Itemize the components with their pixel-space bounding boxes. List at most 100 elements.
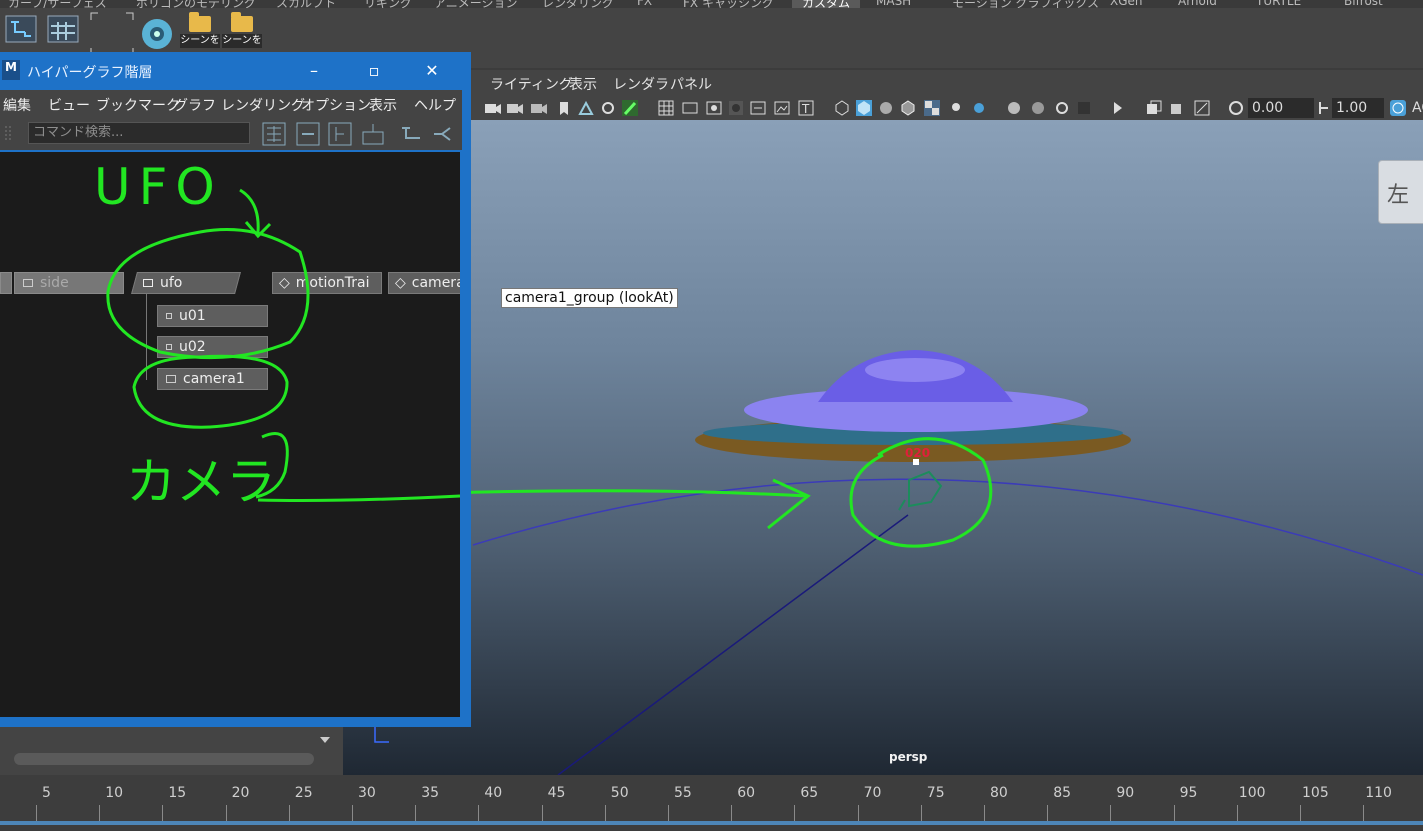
timeline-tick-label: 15 [168, 785, 187, 801]
resolution-gate-icon[interactable] [706, 100, 722, 116]
default-material-icon[interactable] [878, 100, 894, 116]
scene-hierarchy-icon[interactable] [262, 122, 286, 146]
gate-mask-icon[interactable] [728, 100, 744, 116]
hg-menu-view[interactable]: ビュー [48, 95, 90, 115]
frame-selection-icon[interactable] [360, 122, 386, 146]
shelf-tab[interactable]: TURTLE [1256, 0, 1301, 8]
field-chart-icon[interactable] [750, 100, 766, 116]
maya-app-icon: M [2, 60, 20, 80]
hg-menu-bookmarks[interactable]: ブックマーク [96, 95, 180, 115]
hg-menu-graph[interactable]: グラフ [174, 95, 216, 115]
wireframe-on-shaded-icon[interactable] [900, 100, 916, 116]
shelf-tab-active[interactable]: カスタム [792, 0, 861, 8]
camera1-object[interactable] [898, 459, 943, 511]
2d-pan-zoom-icon[interactable] [600, 100, 616, 116]
depth-of-field-icon[interactable] [1076, 100, 1092, 116]
hg-menu-options[interactable]: オプション [301, 95, 371, 115]
motion-blur-icon[interactable] [1030, 100, 1046, 116]
xray-joints-icon[interactable] [1170, 100, 1186, 116]
annotation-arrow-head [767, 478, 811, 530]
shelf-tab[interactable]: レンダリング [542, 0, 614, 8]
shelf-tab[interactable]: FX キャッシング [683, 0, 774, 8]
open-scene-button-1[interactable]: シーンを [180, 12, 220, 56]
timeline-tick-label: 100 [1238, 785, 1266, 801]
tooltip: camera1_group (lookAt) [501, 288, 678, 308]
open-scene-button-2[interactable]: シーンを [222, 12, 262, 56]
shelf-tab[interactable]: Arnold [1178, 0, 1217, 8]
shelf-tab[interactable]: FX [637, 0, 652, 8]
maximize-button[interactable]: ▫ [352, 54, 396, 88]
hg-menu-rendering[interactable]: レンダリング [221, 95, 305, 115]
shelf-tab[interactable]: MASH [876, 0, 911, 8]
minimize-button[interactable]: – [292, 54, 336, 88]
film-gate-icon[interactable] [682, 100, 698, 116]
hierarchy-layout-icon[interactable] [400, 124, 422, 144]
viewport-menu-lighting[interactable]: ライティング [490, 74, 573, 94]
safe-action-icon[interactable] [774, 100, 790, 116]
lights-icon[interactable] [948, 100, 964, 116]
screen-space-ao-icon[interactable] [1006, 100, 1022, 116]
time-slider-range-bar[interactable] [0, 821, 1423, 825]
render-sphere-shelf-button[interactable] [138, 12, 176, 50]
color-management-toggle-icon[interactable] [1390, 100, 1406, 116]
window-layout-shelf-button[interactable] [46, 12, 84, 50]
exposure-icon[interactable] [1228, 100, 1244, 116]
shelf-tab[interactable]: リギング [364, 0, 412, 8]
shelf-tab[interactable]: スカルプト [276, 0, 336, 8]
smooth-shade-icon[interactable] [856, 100, 872, 116]
gamma-icon[interactable] [1316, 100, 1332, 116]
motion-trail-curve [472, 478, 1423, 576]
xray-icon[interactable] [1146, 100, 1162, 116]
hypergraph-icon [5, 15, 37, 43]
scroll-down-icon[interactable] [318, 733, 332, 747]
horizontal-scrollbar[interactable] [14, 753, 314, 765]
command-search-input[interactable]: コマンド検索... [28, 122, 250, 144]
empty-shelf-button[interactable] [90, 12, 134, 56]
safe-title-icon[interactable]: T [798, 100, 814, 116]
camera-attributes-icon[interactable] [506, 100, 524, 116]
close-button[interactable]: ✕ [410, 54, 454, 88]
shelf-tab[interactable]: ポリゴンのモデリング [136, 0, 256, 8]
viewport-menu-renderer[interactable]: レンダラ [613, 74, 669, 94]
color-space-label: AC [1408, 98, 1423, 118]
hg-menu-help[interactable]: ヘルプ [414, 95, 456, 115]
input-output-icon[interactable] [296, 122, 320, 146]
camera-name-label: persp [889, 750, 928, 764]
timeline-tick-label: 80 [990, 785, 1008, 801]
exposure-field[interactable]: 0.00 [1248, 98, 1314, 118]
shelf-tab[interactable]: XGen [1110, 0, 1143, 8]
bookmark-icon[interactable] [556, 100, 572, 116]
timeline-tick-label: 45 [547, 785, 566, 801]
view-cube[interactable]: 左 [1378, 160, 1423, 224]
isolate-select-icon[interactable] [1112, 100, 1128, 116]
hg-menu-edit[interactable]: 編集 [3, 95, 31, 115]
hypergraph-canvas[interactable]: side ufo ◇ motionTrai ◇ camera u01 u02 cam… [0, 152, 460, 717]
hypergraph-titlebar[interactable]: M ハイパーグラフ階層 – ▫ ✕ [0, 54, 465, 88]
gamma-field[interactable]: 1.00 [1332, 98, 1384, 118]
perspective-viewport[interactable]: 020 persp [343, 120, 1423, 775]
anti-aliasing-icon[interactable] [1054, 100, 1070, 116]
frame-all-icon[interactable] [328, 122, 352, 146]
viewport-menubar: ライティング 表示 レンダラ パネル [343, 70, 1423, 96]
grease-pencil-icon[interactable] [622, 100, 638, 116]
hypergraph-shelf-button[interactable] [4, 12, 42, 50]
viewport-menu-show[interactable]: 表示 [569, 74, 597, 94]
shelf-tab[interactable]: アニメーション [434, 0, 518, 8]
shelf: シーンを シーンを [0, 8, 1423, 56]
viewport-menu-panels[interactable]: パネル [670, 74, 712, 94]
view-cube-face-left[interactable]: 左 [1387, 177, 1409, 209]
backface-icon[interactable] [1194, 100, 1210, 116]
camera-icon[interactable] [484, 100, 502, 116]
shelf-tab[interactable]: Bifrost [1344, 0, 1383, 8]
bookmark-camera-icon[interactable] [530, 100, 548, 116]
textured-icon[interactable] [924, 100, 940, 116]
image-plane-icon[interactable] [578, 100, 594, 116]
shelf-tab[interactable]: モーション グラフィックス [952, 0, 1099, 8]
connection-layout-icon[interactable] [432, 124, 456, 144]
grid-icon[interactable] [658, 100, 674, 116]
wireframe-icon[interactable] [834, 100, 850, 116]
shelf-tab[interactable]: カーブ/サーフェス [8, 0, 107, 8]
shadows-icon[interactable] [970, 100, 986, 116]
timeline-tick-label: 65 [800, 785, 819, 801]
hg-menu-show[interactable]: 表示 [369, 95, 397, 115]
